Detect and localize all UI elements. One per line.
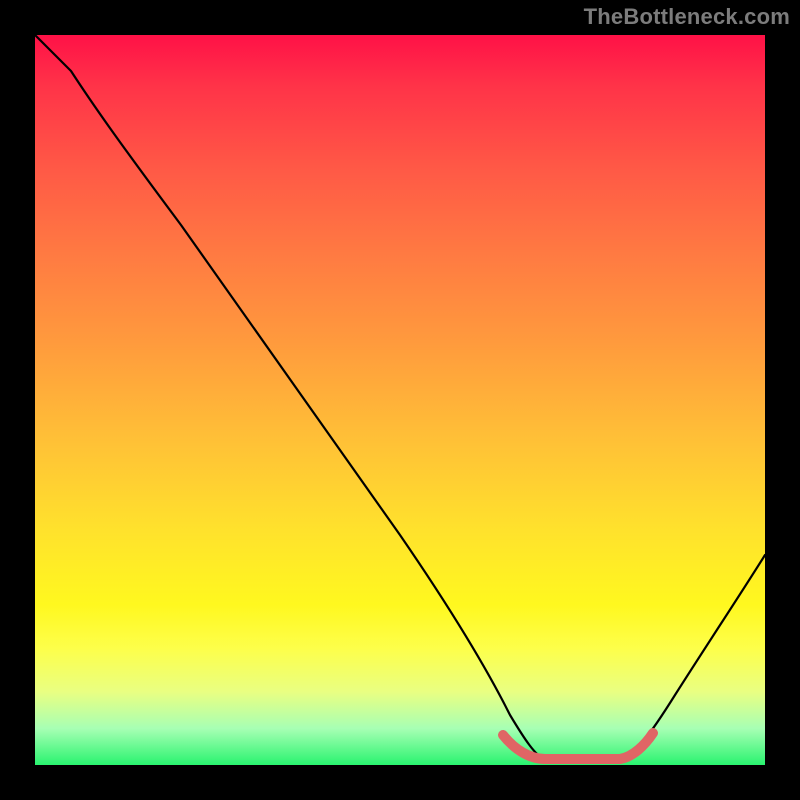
curve-highlight-path	[503, 733, 653, 759]
bottleneck-curve	[35, 35, 765, 765]
curve-main-path	[35, 35, 765, 760]
chart-container: TheBottleneck.com	[0, 0, 800, 800]
plot-area	[35, 35, 765, 765]
watermark-text: TheBottleneck.com	[584, 4, 790, 30]
